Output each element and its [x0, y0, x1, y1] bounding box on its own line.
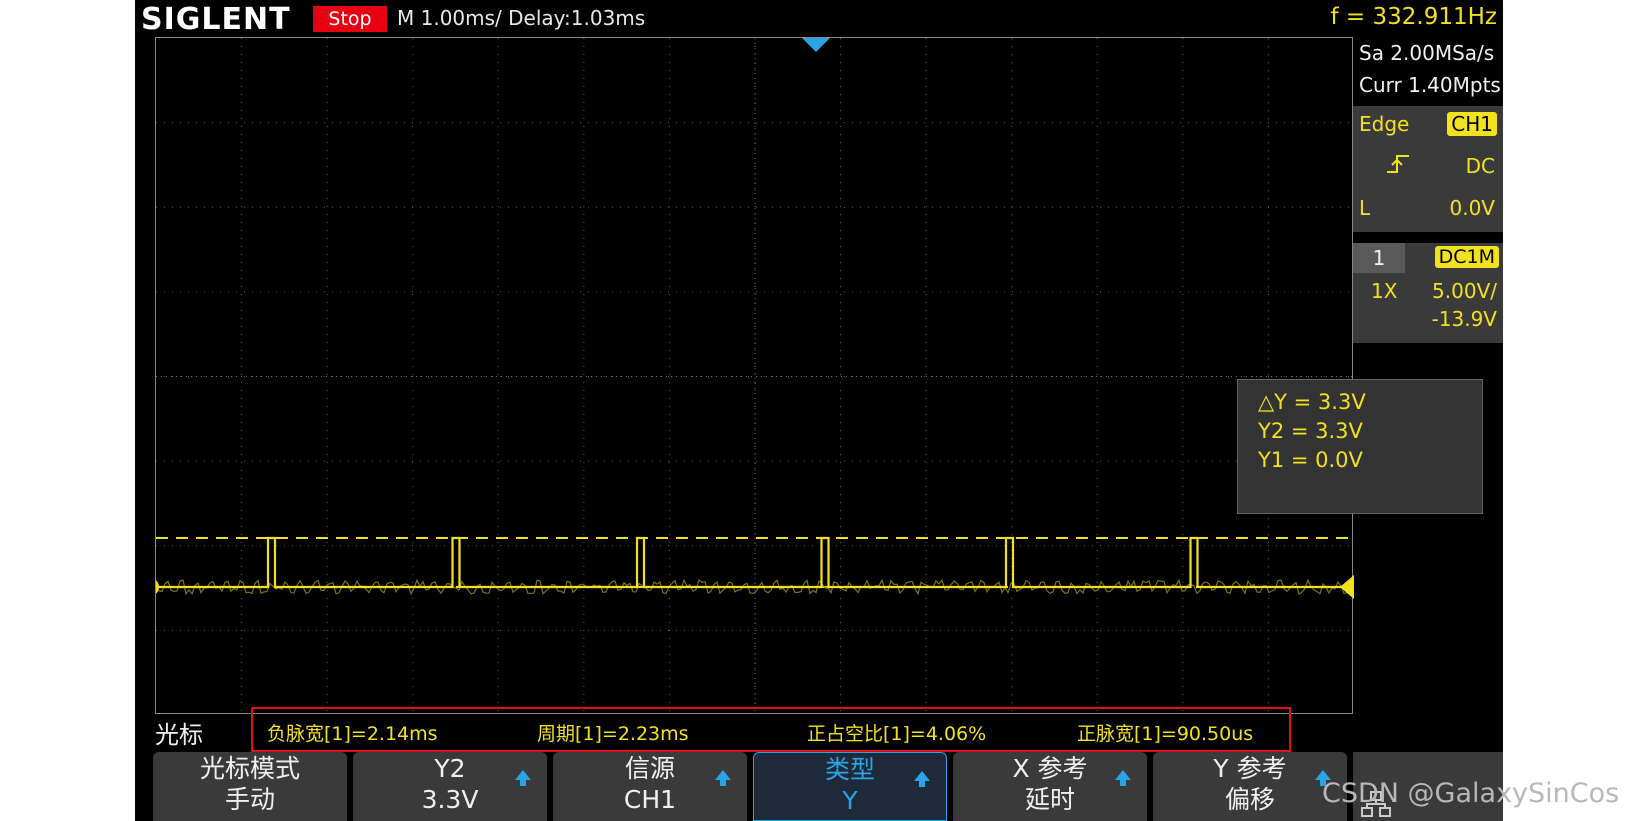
source-button[interactable]: 信源 CH1	[553, 752, 747, 821]
cursor-section-label: 光标	[155, 721, 203, 749]
channel1-panel[interactable]: 1 DC1M 1X 5.00V/ -13.9V	[1353, 243, 1503, 343]
probe-attenuation: 1X	[1371, 279, 1398, 303]
up-arrow-icon	[914, 771, 930, 787]
y1-readout: Y1 = 0.0V	[1258, 448, 1363, 472]
waveform-area: 1	[156, 38, 1354, 715]
channel-coupling: DC1M	[1434, 246, 1499, 268]
trigger-coupling: DC	[1465, 154, 1495, 178]
y2-button[interactable]: Y2 3.3V	[353, 752, 547, 821]
memory-depth: Curr 1.40Mpts	[1359, 73, 1501, 97]
sample-rate: Sa 2.00MSa/s	[1359, 41, 1495, 65]
y-reference-button[interactable]: Y 参考 偏移	[1153, 752, 1347, 821]
brand-logo: SIGLENT	[141, 2, 291, 37]
trigger-source: CH1	[1447, 112, 1497, 136]
trigger-level: 0.0V	[1449, 196, 1496, 220]
channel-ground-marker	[156, 580, 159, 594]
y2-readout: Y2 = 3.3V	[1258, 419, 1363, 443]
timebase-readout: M 1.00ms/ Delay:1.03ms	[397, 6, 646, 30]
up-arrow-icon	[515, 770, 531, 786]
up-arrow-icon	[1115, 770, 1131, 786]
delta-y-readout: △Y = 3.3V	[1258, 390, 1366, 414]
softkey-menu: 光标模式 手动 Y2 3.3V 信源 CH1 类型 Y X 参考 延时 Y 参考…	[135, 752, 1503, 821]
watermark: CSDN @GalaxySinCos	[1322, 778, 1620, 809]
waveform-grid: 1	[155, 37, 1354, 715]
trigger-panel[interactable]: Edge CH1 DC L 0.0V	[1353, 106, 1503, 232]
frequency-counter: f = 332.911Hz	[1330, 4, 1497, 30]
channel-number: 1	[1353, 243, 1405, 273]
right-info-panel: Sa 2.00MSa/s Curr 1.40Mpts Edge CH1 DC L…	[1353, 37, 1503, 343]
trigger-level-label: L	[1359, 196, 1371, 220]
vertical-offset: -13.9V	[1431, 307, 1497, 331]
run-stop-indicator[interactable]: Stop	[313, 6, 387, 32]
trigger-level-marker	[1340, 575, 1354, 599]
cursor-mode-button[interactable]: 光标模式 手动	[153, 752, 347, 821]
oscilloscope-screen: SIGLENT Stop M 1.00ms/ Delay:1.03ms f = …	[135, 0, 1503, 821]
trigger-type: Edge	[1359, 112, 1410, 136]
measurement-highlight-box	[251, 707, 1291, 752]
waveform-trace	[156, 536, 1354, 589]
type-button[interactable]: 类型 Y	[753, 752, 947, 821]
cursor-readout-box: △Y = 3.3V Y2 = 3.3V Y1 = 0.0V	[1237, 379, 1483, 514]
status-bar: SIGLENT Stop M 1.00ms/ Delay:1.03ms f = …	[135, 0, 1503, 37]
trigger-position-marker	[802, 38, 830, 52]
rising-edge-icon	[1385, 152, 1411, 180]
up-arrow-icon	[715, 770, 731, 786]
vertical-scale: 5.00V/	[1432, 279, 1497, 303]
x-reference-button[interactable]: X 参考 延时	[953, 752, 1147, 821]
